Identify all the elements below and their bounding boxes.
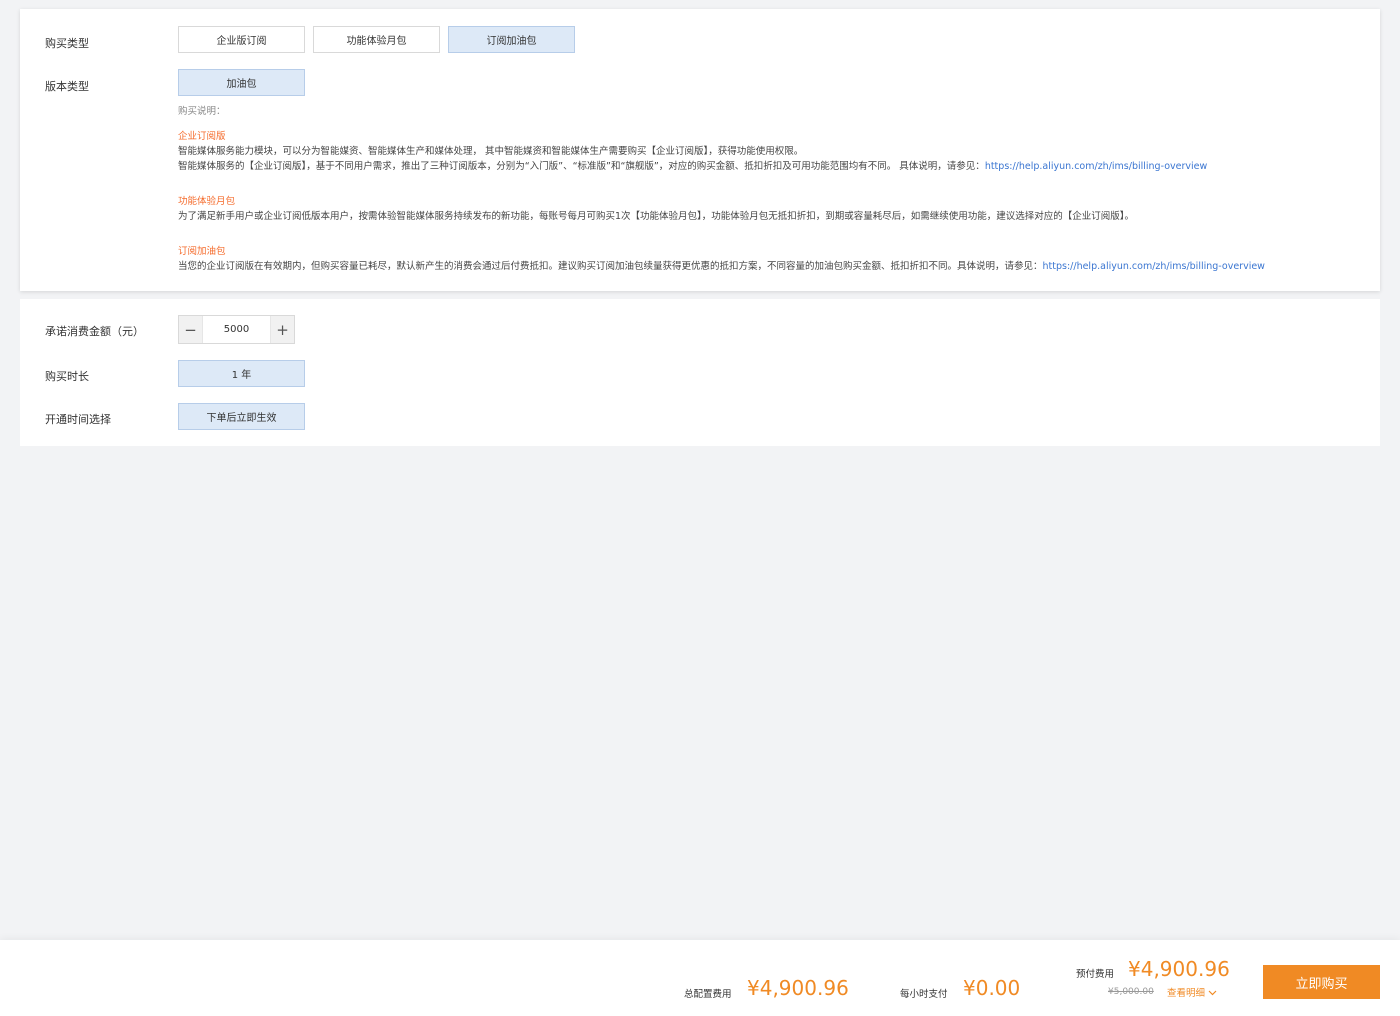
description-header: 购买说明： xyxy=(178,106,226,117)
chevron-down-icon xyxy=(1208,988,1217,999)
enterprise-billing-link[interactable]: https://help.aliyun.com/zh/ims/billing-o… xyxy=(985,161,1207,172)
view-details-link[interactable]: 查看明细 xyxy=(1167,985,1217,999)
purchase-type-trial-button[interactable]: 功能体验月包 xyxy=(313,26,440,53)
view-details-label: 查看明细 xyxy=(1167,988,1206,999)
addon-billing-link[interactable]: https://help.aliyun.com/zh/ims/billing-o… xyxy=(1043,261,1265,272)
addon-line-1-text: 当您的企业订阅版在有效期内，但购买容量已耗尽，默认新产生的消费会通过后付费抵扣。… xyxy=(178,261,1043,272)
buy-now-button[interactable]: 立即购买 xyxy=(1263,965,1380,999)
purchase-description: 购买说明： xyxy=(178,104,226,119)
hourly-cost-label: 每小时支付 xyxy=(900,989,948,1000)
duration-1-year-button[interactable]: 1 年 xyxy=(178,360,305,387)
hourly-cost-value: ¥0.00 xyxy=(963,976,1021,1000)
purchase-config-card: 购买类型 企业版订阅 功能体验月包 订阅加油包 版本类型 加油包 购买说明： 企… xyxy=(20,9,1380,291)
amount-stepper[interactable]: − + xyxy=(178,315,295,344)
addon-description: 订阅加油包 当您的企业订阅版在有效期内，但购买容量已耗尽，默认新产生的消费会通过… xyxy=(178,244,1265,274)
trial-description: 功能体验月包 为了满足新手用户或企业订阅低版本用户，按需体验智能媒体服务持续发布… xyxy=(178,194,1134,224)
trial-title: 功能体验月包 xyxy=(178,196,236,207)
activation-label: 开通时间选择 xyxy=(45,413,111,426)
edition-addon-button[interactable]: 加油包 xyxy=(178,69,305,96)
commit-amount-label: 承诺消费金额（元） xyxy=(45,325,144,338)
edition-type-label: 版本类型 xyxy=(45,80,89,93)
enterprise-title: 企业订阅版 xyxy=(178,131,226,142)
activation-immediate-button[interactable]: 下单后立即生效 xyxy=(178,403,305,430)
order-options-card: 承诺消费金额（元） − + 购买时长 1 年 开通时间选择 下单后立即生效 xyxy=(20,299,1380,446)
total-cost-value: ¥4,900.96 xyxy=(747,976,849,1000)
minus-icon[interactable]: − xyxy=(179,316,202,343)
duration-label: 购买时长 xyxy=(45,370,89,383)
original-price: ¥5,000.00 xyxy=(1108,987,1154,997)
price-footer: 总配置费用 ¥4,900.96 每小时支付 ¥0.00 预付费用 ¥4,900.… xyxy=(0,940,1400,1016)
trial-line-1: 为了满足新手用户或企业订阅低版本用户，按需体验智能媒体服务持续发布的新功能，每账… xyxy=(178,211,1135,222)
enterprise-description: 企业订阅版 智能媒体服务能力模块，可以分为智能媒资、智能媒体生产和媒体处理， 其… xyxy=(178,129,1207,174)
addon-line-1: 当您的企业订阅版在有效期内，但购买容量已耗尽，默认新产生的消费会通过后付费抵扣。… xyxy=(178,259,1265,274)
amount-input[interactable] xyxy=(202,316,271,343)
prepay-value: ¥4,900.96 xyxy=(1128,957,1230,981)
prepay-label: 预付费用 xyxy=(1076,969,1115,980)
purchase-type-addon-button[interactable]: 订阅加油包 xyxy=(448,26,575,53)
enterprise-line-1: 智能媒体服务能力模块，可以分为智能媒资、智能媒体生产和媒体处理， 其中智能媒资和… xyxy=(178,146,804,157)
enterprise-line-2: 智能媒体服务的【企业订阅版】，基于不同用户需求，推出了三种订阅版本，分别为“入门… xyxy=(178,159,1207,174)
plus-icon[interactable]: + xyxy=(271,316,294,343)
purchase-type-enterprise-button[interactable]: 企业版订阅 xyxy=(178,26,305,53)
total-cost-label: 总配置费用 xyxy=(684,989,732,1000)
purchase-type-label: 购买类型 xyxy=(45,37,89,50)
addon-title: 订阅加油包 xyxy=(178,246,226,257)
enterprise-line-2-text: 智能媒体服务的【企业订阅版】，基于不同用户需求，推出了三种订阅版本，分别为“入门… xyxy=(178,161,985,172)
